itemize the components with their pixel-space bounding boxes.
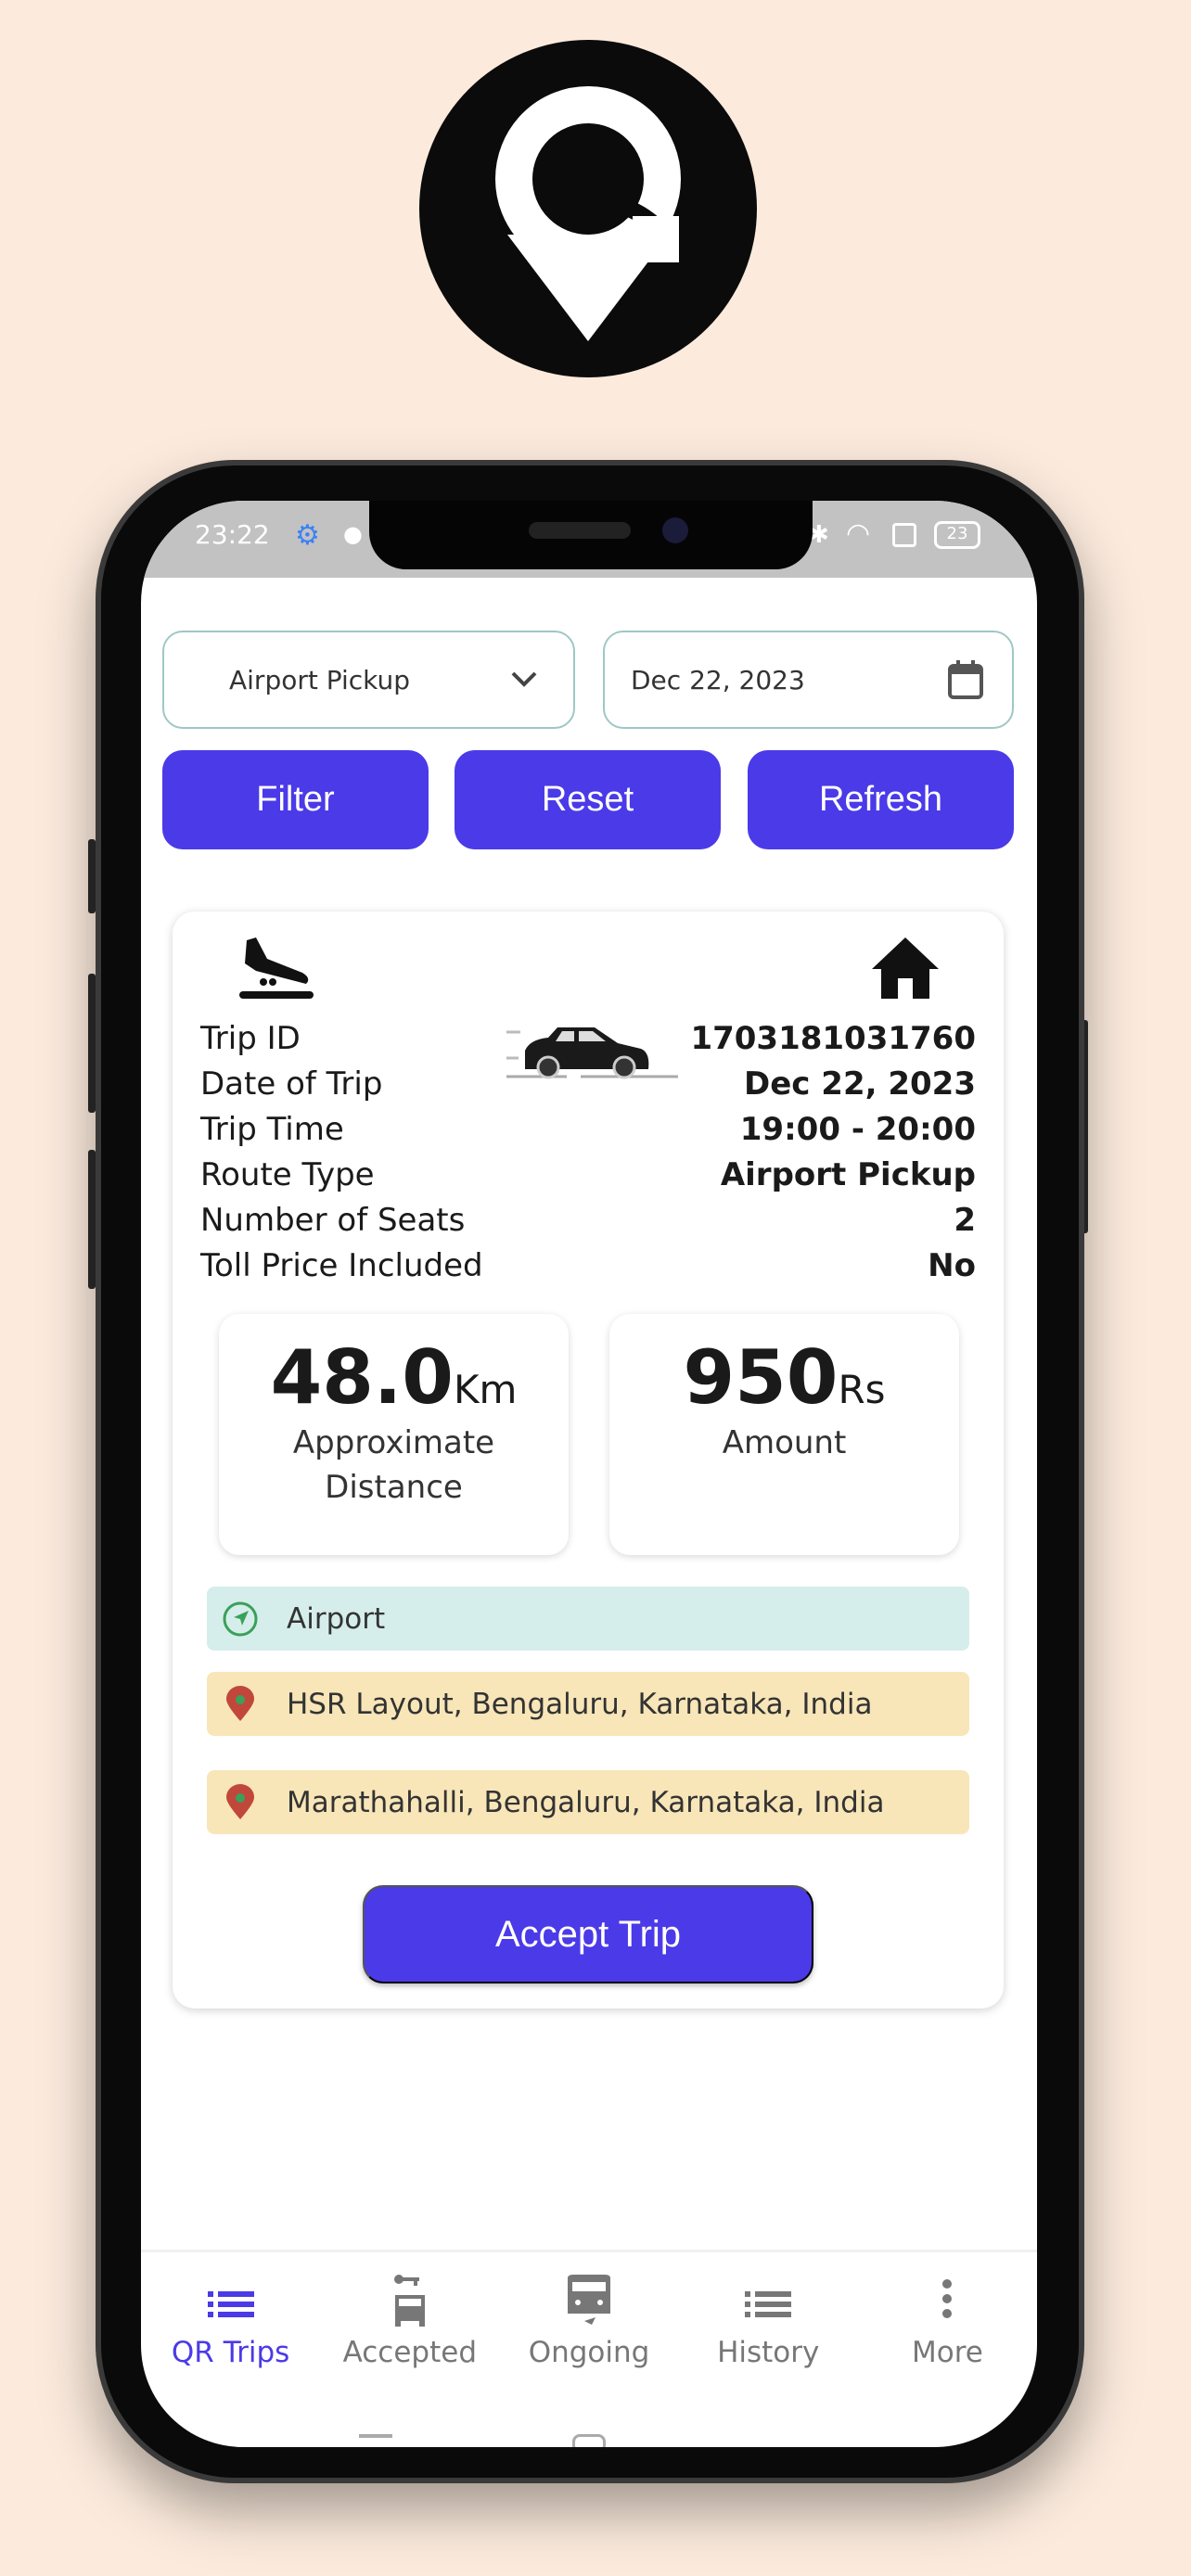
map-pin-icon (226, 1685, 254, 1721)
drop-location: Marathahalli, Bengaluru, Karnataka, Indi… (207, 1770, 969, 1834)
distance-unit: Km (453, 1367, 518, 1412)
date-picker[interactable]: Dec 22, 2023 (603, 631, 1014, 729)
nav-ongoing[interactable]: Ongoing (499, 2252, 678, 2389)
row-value: 19:00 - 20:00 (739, 1110, 976, 1148)
row-label: Toll Price Included (200, 1246, 483, 1284)
nav-label: QR Trips (171, 2336, 290, 2369)
calendar-icon (948, 660, 983, 699)
refresh-button[interactable]: Refresh (748, 750, 1014, 849)
row-value: Dec 22, 2023 (744, 1065, 976, 1103)
pickup-location: Airport (207, 1587, 969, 1651)
filter-button[interactable]: Filter (162, 750, 429, 849)
stop-location: HSR Layout, Bengaluru, Karnataka, India (207, 1672, 969, 1736)
row-label: Trip Time (200, 1110, 344, 1148)
reset-button[interactable]: Reset (455, 750, 721, 849)
home-icon (872, 937, 939, 999)
row-value: 1703181031760 (690, 1019, 976, 1057)
volume-up-button (88, 974, 96, 1113)
map-pin-icon (226, 1783, 254, 1819)
list-icon (745, 2291, 792, 2317)
accept-trip-button[interactable]: Accept Trip (363, 1885, 813, 1983)
chevron-down-icon (511, 671, 537, 687)
status-time: 23:22 (195, 519, 270, 550)
amount-value: 950 (683, 1334, 839, 1421)
nav-label: Accepted (342, 2336, 477, 2369)
navigation-icon (223, 1601, 258, 1636)
location-text: Marathahalli, Bengaluru, Karnataka, Indi… (287, 1785, 885, 1819)
seats-row: Number of Seats 2 (200, 1197, 976, 1243)
trip-card: Trip ID 1703181031760 Date of Trip Dec 22,… (173, 912, 1004, 2009)
app-logo (419, 40, 757, 377)
notch (369, 501, 813, 569)
side-button (88, 839, 96, 913)
route-type-value: Airport Pickup (229, 664, 411, 695)
recents-key[interactable] (359, 2434, 392, 2438)
route-type-dropdown[interactable]: Airport Pickup (162, 631, 575, 729)
nav-accepted[interactable]: Accepted (320, 2252, 499, 2389)
location-text: Airport (287, 1601, 386, 1636)
sim-icon (892, 523, 916, 547)
distance-label: Approximate Distance (292, 1424, 495, 1506)
nav-more[interactable]: More (858, 2252, 1037, 2389)
trip-id-row: Trip ID 1703181031760 (200, 1015, 976, 1061)
more-vertical-icon (942, 2279, 953, 2318)
row-value: No (928, 1246, 976, 1284)
row-label: Route Type (200, 1155, 375, 1193)
toll-row: Toll Price Included No (200, 1243, 976, 1288)
car-key-icon (393, 2275, 425, 2327)
nav-label: Ongoing (528, 2336, 650, 2369)
wifi-icon: ◠ (846, 517, 871, 550)
row-label: Date of Trip (200, 1065, 383, 1103)
row-label: Number of Seats (200, 1201, 466, 1239)
date-value: Dec 22, 2023 (631, 664, 805, 695)
distance-card: 48.0Km Approximate Distance (219, 1314, 569, 1555)
home-key[interactable] (572, 2434, 606, 2447)
trip-time-row: Trip Time 19:00 - 20:00 (200, 1106, 976, 1152)
location-text: HSR Layout, Bengaluru, Karnataka, India (287, 1687, 873, 1721)
trip-date-row: Date of Trip Dec 22, 2023 (200, 1061, 976, 1106)
flight-land-icon (239, 937, 314, 999)
nav-history[interactable]: History (679, 2252, 858, 2389)
row-value: Airport Pickup (720, 1155, 976, 1193)
phone-screen: 23:22 ⚙ ● ✱ ◠ 23 Airport Pickup Dec 22, … (141, 501, 1037, 2447)
location-icon: ● (343, 521, 363, 547)
camera (662, 517, 688, 543)
volume-down-button (88, 1150, 96, 1289)
battery-icon: 23 (934, 521, 980, 549)
bottom-nav: QR Trips Accepted Ongoing History More (141, 2250, 1037, 2389)
amount-card: 950Rs Amount (609, 1314, 959, 1555)
nav-qr-trips[interactable]: QR Trips (141, 2252, 320, 2389)
route-type-row: Route Type Airport Pickup (200, 1152, 976, 1197)
row-value: 2 (954, 1201, 976, 1239)
distance-value: 48.0 (270, 1334, 454, 1421)
settings-icon: ⚙ (295, 519, 320, 552)
amount-unit: Rs (838, 1367, 886, 1412)
list-icon (207, 2291, 254, 2317)
row-label: Trip ID (200, 1019, 301, 1057)
car-icon (568, 2275, 610, 2325)
nav-label: History (717, 2336, 820, 2369)
amount-label: Amount (722, 1424, 847, 1461)
nav-label: More (911, 2336, 983, 2369)
speaker (529, 522, 631, 539)
